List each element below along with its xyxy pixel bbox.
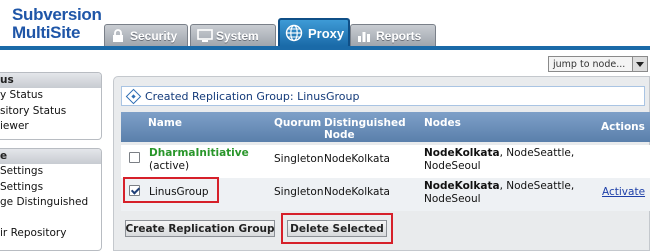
main-tab-bar: Security System Proxy Reports [100, 18, 650, 46]
tab-proxy[interactable]: Proxy [278, 18, 350, 46]
globe-icon [285, 24, 303, 42]
sidebar-item-change-distinguished[interactable]: ge Distinguished [0, 195, 101, 211]
node-others: , NodeSeattle, [499, 147, 575, 159]
tab-label: Security [130, 28, 178, 43]
group-name: LinusGroup [149, 186, 209, 198]
group-nodes: NodeKolkata, NodeSeattle, [424, 180, 574, 193]
chevron-down-icon[interactable] [632, 57, 647, 71]
status-notice: Created Replication Group: LinusGroup [121, 86, 645, 106]
jump-to-node-select[interactable]: jump to node... [548, 56, 648, 72]
tab-label: Proxy [308, 25, 345, 41]
sidebar-item-repository-status[interactable]: sitory Status [0, 104, 101, 120]
group-name: DharmaInitiative [149, 147, 249, 159]
node-distinguished: NodeKolkata [424, 147, 500, 159]
group-nodes: NodeKolkata, NodeSeattle, [424, 147, 574, 160]
lock-icon [111, 28, 125, 43]
table-row: DharmaInitiative (active) Singleton Node… [121, 145, 650, 178]
node-distinguished: NodeKolkata [424, 180, 500, 192]
table-header: Name Quorum Distinguished Node Nodes Act… [121, 112, 650, 142]
tab-reports[interactable]: Reports [350, 24, 436, 46]
replication-groups-table: Name Quorum Distinguished Node Nodes Act… [121, 112, 650, 211]
tab-system[interactable]: System [190, 24, 276, 46]
activate-link[interactable]: Activate [602, 186, 645, 199]
tab-security[interactable]: Security [104, 24, 188, 46]
group-quorum: Singleton [274, 186, 324, 198]
header-distinguished-node: Node [324, 129, 355, 141]
sidebar-item-blank [0, 211, 101, 227]
group-nodes-line2: NodeSeoul [424, 193, 481, 205]
tab-label: Reports [376, 28, 422, 43]
logo-line-2: MultiSite [12, 23, 81, 42]
header-divider [0, 46, 650, 50]
header-nodes: Nodes [424, 117, 461, 129]
row-select-checkbox[interactable] [129, 185, 140, 196]
sidebar-item-repair-repository[interactable]: ir Repository [0, 226, 101, 242]
jump-select-value: jump to node... [553, 58, 626, 70]
header-name: Name [148, 117, 182, 129]
info-diamond-icon [125, 88, 142, 104]
group-quorum: Singleton [274, 153, 324, 165]
row-select-checkbox[interactable] [129, 152, 140, 163]
notice-text: Created Replication Group: LinusGroup [145, 89, 360, 103]
group-distinguished-node: NodeKolkata [324, 153, 390, 165]
tab-label: System [216, 28, 259, 43]
delete-selected-button[interactable]: Delete Selected [287, 220, 387, 237]
sidebar-item-settings-1[interactable]: Settings [0, 164, 101, 180]
header-quorum: Quorum [274, 117, 322, 129]
sidebar-heading: us [0, 73, 101, 88]
sidebar-configure-section: e Settings Settings ge Distinguished ir … [0, 148, 102, 251]
sidebar-item-settings-2[interactable]: Settings [0, 180, 101, 196]
app-logo: Subversion MultiSite [0, 2, 108, 46]
sidebar-heading: e [0, 149, 101, 164]
bar-chart-icon [357, 29, 371, 43]
table-row: LinusGroup Singleton NodeKolkata NodeKol… [121, 178, 650, 211]
logo-line-1: Subversion [12, 5, 102, 24]
header-actions: Actions [601, 121, 645, 133]
header-distinguished: Distinguished [324, 117, 406, 129]
group-distinguished-node: NodeKolkata [324, 186, 390, 198]
node-others: , NodeSeattle, [499, 180, 575, 192]
sidebar-status-section: us y Status sitory Status iewer [0, 72, 102, 140]
group-status: (active) [149, 160, 190, 172]
sidebar-item-log-viewer[interactable]: iewer [0, 119, 101, 135]
sidebar-item-proxy-status[interactable]: y Status [0, 88, 101, 104]
group-nodes-line2: NodeSeoul [424, 160, 481, 172]
create-replication-group-button[interactable]: Create Replication Group [125, 220, 275, 237]
monitor-icon [197, 28, 213, 43]
